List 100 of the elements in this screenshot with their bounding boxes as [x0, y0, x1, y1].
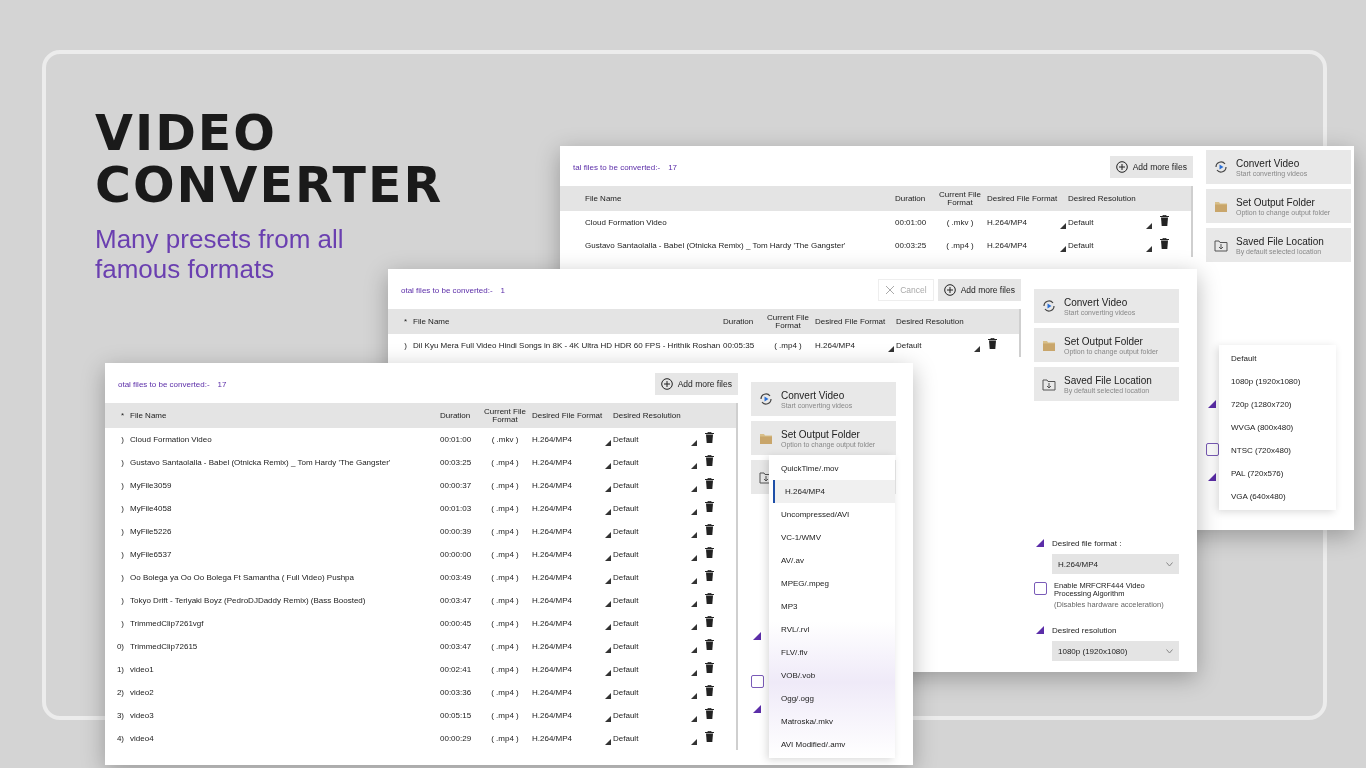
- dropdown-option[interactable]: Default: [1219, 347, 1336, 370]
- dropdown-option[interactable]: PAL (720x576): [1219, 462, 1336, 485]
- file-name-cell-text: Oo Bolega ya Oo Oo Bolega Ft Samantha ( Full Video) Pushpa: [130, 573, 355, 582]
- action-title: Saved File Location: [1236, 235, 1324, 247]
- format-dropdown[interactable]: H.264/MP4: [528, 504, 607, 513]
- trash-icon[interactable]: [1160, 238, 1169, 249]
- format-select[interactable]: H.264/MP4: [1052, 554, 1179, 574]
- resolution-dropdown[interactable]: Default: [607, 481, 693, 490]
- trash-icon[interactable]: [705, 570, 714, 581]
- dropdown-option[interactable]: 1080p (1920x1080): [1219, 370, 1336, 393]
- checkbox[interactable]: [751, 675, 764, 688]
- dropdown-corner-icon: [605, 647, 611, 653]
- trash-icon[interactable]: [705, 639, 714, 650]
- resolution-select[interactable]: 1080p (1920x1080): [1052, 641, 1179, 661]
- format-dropdown[interactable]: H.264/MP4: [528, 711, 607, 720]
- trash-icon[interactable]: [705, 662, 714, 673]
- resolution-dropdown[interactable]: Default: [607, 711, 693, 720]
- action-title: Set Output Folder: [781, 428, 861, 440]
- trash-icon[interactable]: [705, 708, 714, 719]
- resolution-dropdown[interactable]: Default: [607, 688, 693, 697]
- dropdown-option[interactable]: AV/.av: [769, 549, 895, 572]
- dropdown-corner-icon: [1146, 223, 1152, 229]
- current-format-cell-text: ( .mp4 ): [773, 341, 803, 350]
- current-format-cell-text: ( .mkv ): [490, 435, 520, 444]
- resolution-dropdown[interactable]: Default: [607, 619, 693, 628]
- dropdown-corner-icon: [974, 346, 980, 352]
- resolution-dropdown[interactable]: Default: [607, 665, 693, 674]
- resolution-dropdown[interactable]: Default: [1062, 241, 1148, 250]
- current-format-cell-text: ( .mp4 ): [490, 734, 520, 743]
- plus-circle-icon: [660, 378, 673, 390]
- file-name-cell-text: Gustavo Santaolalla - Babel (Otnicka Remix) _ Tom Hardy 'The Gangster': [130, 458, 392, 467]
- trash-icon[interactable]: [705, 593, 714, 604]
- trash-icon[interactable]: [705, 455, 714, 466]
- format-dropdown[interactable]: H.264/MP4: [528, 596, 607, 605]
- format-dropdown[interactable]: H.264/MP4: [528, 665, 607, 674]
- dropdown-option[interactable]: H.264/MP4: [773, 480, 895, 503]
- dropdown-option[interactable]: Uncompressed/AVI: [769, 503, 895, 526]
- format-dropdown[interactable]: H.264/MP4: [811, 341, 890, 350]
- trash-icon[interactable]: [705, 616, 714, 627]
- dropdown-option[interactable]: VC-1/WMV: [769, 526, 895, 549]
- dropdown-option[interactable]: AVI Modified/.amv: [769, 733, 895, 756]
- trash-icon[interactable]: [1160, 215, 1169, 226]
- resolution-dropdown[interactable]: Default: [607, 573, 693, 582]
- resolution-dropdown[interactable]: Default: [607, 435, 693, 444]
- format-dropdown[interactable]: H.264/MP4: [528, 458, 607, 467]
- trash-icon[interactable]: [705, 501, 714, 512]
- trash-icon[interactable]: [988, 338, 997, 349]
- trash-icon[interactable]: [705, 478, 714, 489]
- row-number: ): [120, 573, 125, 582]
- current-format-cell-text: ( .mp4 ): [490, 481, 520, 490]
- file-name-cell-text: TrimmedClip72615: [130, 642, 199, 651]
- trash-icon[interactable]: [705, 524, 714, 535]
- dropdown-corner-icon: [691, 509, 697, 515]
- dropdown-option[interactable]: 720p (1280x720): [1219, 393, 1336, 416]
- dropdown-option[interactable]: Matroska/.mkv: [769, 710, 895, 733]
- marker-icon: [1036, 626, 1044, 634]
- dropdown-option[interactable]: NTSC (720x480): [1219, 439, 1336, 462]
- file-name-cell-text: MyFile3059: [130, 481, 173, 490]
- resolution-dropdown[interactable]: Default: [607, 642, 693, 651]
- resolution-dropdown[interactable]: Default: [890, 341, 976, 350]
- add-files-button[interactable]: Add more files: [937, 279, 1021, 301]
- add-files-button[interactable]: Add more files: [1109, 156, 1193, 178]
- format-dropdown[interactable]: H.264/MP4: [528, 481, 607, 490]
- resolution-dropdown[interactable]: Default: [607, 458, 693, 467]
- trash-icon[interactable]: [705, 685, 714, 696]
- format-dropdown[interactable]: H.264/MP4: [528, 642, 607, 651]
- marker-icon: [1208, 400, 1216, 408]
- trash-icon[interactable]: [705, 731, 714, 742]
- format-dropdown[interactable]: H.264/MP4: [528, 550, 607, 559]
- checkbox[interactable]: [1034, 582, 1047, 595]
- resolution-dropdown[interactable]: Default: [607, 527, 693, 536]
- format-dropdown[interactable]: H.264/MP4: [528, 435, 607, 444]
- trash-icon[interactable]: [705, 432, 714, 443]
- dropdown-option[interactable]: QuickTime/.mov: [769, 457, 895, 480]
- trash-icon[interactable]: [705, 547, 714, 558]
- resolution-dropdown[interactable]: Default: [607, 504, 693, 513]
- dropdown-option[interactable]: MPEG/.mpeg: [769, 572, 895, 595]
- resolution-dropdown[interactable]: Default: [607, 596, 693, 605]
- dropdown-option[interactable]: VGA (640x480): [1219, 485, 1336, 508]
- format-dropdown[interactable]: H.264/MP4: [528, 527, 607, 536]
- format-dropdown[interactable]: H.264/MP4: [528, 573, 607, 582]
- format-dropdown[interactable]: H.264/MP4: [983, 218, 1062, 227]
- dropdown-option[interactable]: RVL/.rvl: [769, 618, 895, 641]
- row-number: ): [120, 619, 125, 628]
- dropdown-option[interactable]: FLV/.flv: [769, 641, 895, 664]
- dropdown-option[interactable]: MP3: [769, 595, 895, 618]
- resolution-dropdown[interactable]: Default: [607, 550, 693, 559]
- dropdown-option[interactable]: VOB/.vob: [769, 664, 895, 687]
- add-files-button[interactable]: Add more files: [654, 373, 738, 395]
- column-header: Desired File Format: [531, 411, 604, 420]
- resolution-dropdown[interactable]: Default: [1062, 218, 1148, 227]
- chevron-down-icon: [1166, 561, 1173, 567]
- format-dropdown[interactable]: H.264/MP4: [528, 619, 607, 628]
- dropdown-option[interactable]: Ogg/.ogg: [769, 687, 895, 710]
- format-dropdown[interactable]: H.264/MP4: [528, 734, 607, 743]
- format-dropdown[interactable]: H.264/MP4: [528, 688, 607, 697]
- file-name-cell-text: Tokyo Drift - Teriyaki Boyz (PedroDJDaddy Remix) (Bass Boosted): [130, 596, 367, 605]
- format-dropdown[interactable]: H.264/MP4: [983, 241, 1062, 250]
- dropdown-option[interactable]: WVGA (800x480): [1219, 416, 1336, 439]
- resolution-dropdown[interactable]: Default: [607, 734, 693, 743]
